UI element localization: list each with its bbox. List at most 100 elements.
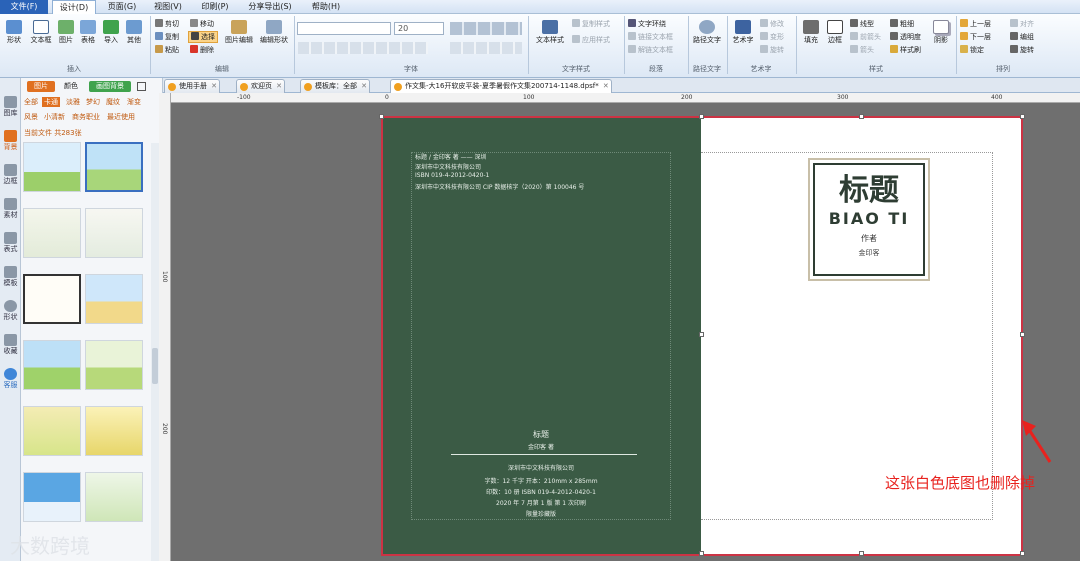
back-cover-spec[interactable]: 字数：12 千字 开本：210mm x 285mm <box>381 476 701 485</box>
menu-help[interactable]: 帮助(H) <box>304 0 348 14</box>
menu-design[interactable]: 设计(D) <box>52 0 96 14</box>
image-edit-button[interactable]: 图片编辑 <box>224 20 254 45</box>
font-family-select[interactable] <box>297 22 391 35</box>
bring-forward-button[interactable]: 上一层 <box>960 19 991 29</box>
style-brush-button[interactable]: 样式刷 <box>890 45 921 55</box>
tab-current-document[interactable]: 作文集-大16开软皮平装-夏季暑假作文集200714-1148.dpsf* ✕ <box>390 79 612 94</box>
text-style-button[interactable]: 文本样式 <box>533 20 567 45</box>
art-text-button[interactable]: 艺术字 <box>730 20 756 45</box>
background-thumbnail[interactable] <box>23 208 81 258</box>
resize-handle[interactable] <box>379 114 384 119</box>
spacing-buttons[interactable] <box>450 42 522 54</box>
copy-style-button[interactable]: 复制样式 <box>572 19 610 29</box>
category-dream[interactable]: 梦幻 <box>86 97 100 107</box>
close-icon[interactable]: ✕ <box>603 80 609 93</box>
category-business[interactable]: 商务职业 <box>72 112 100 122</box>
back-cover-line[interactable]: 深圳市中文科技有限公司 CIP 数据核字（2020）第 100046 号 <box>415 182 584 191</box>
close-icon[interactable]: ✕ <box>211 80 217 93</box>
art-modify-button[interactable]: 修改 <box>760 19 784 29</box>
menu-print[interactable]: 印刷(P) <box>192 0 238 14</box>
background-thumbnail[interactable] <box>85 472 143 522</box>
lock-button[interactable]: 锁定 <box>960 45 984 55</box>
back-cover-page[interactable]: 标题 / 金印客 著 —— 深圳 深圳市中文科技有限公司 ISBN 019-4-… <box>381 116 701 556</box>
category-fresh[interactable]: 小清新 <box>44 112 65 122</box>
back-cover-spec[interactable]: 限量珍藏版 <box>381 509 701 518</box>
cover-author-name[interactable]: 金印客 <box>815 248 923 258</box>
background-thumbnail[interactable] <box>85 340 143 390</box>
insert-image-button[interactable]: 图片 <box>56 20 76 45</box>
cut-button[interactable]: 剪切 <box>155 19 179 29</box>
rail-material[interactable]: 素材 <box>0 198 21 220</box>
front-arrow-button[interactable]: 前箭头 <box>850 32 881 42</box>
paste-button[interactable]: 粘贴 <box>155 45 179 55</box>
category-elegant[interactable]: 淡雅 <box>66 97 80 107</box>
select-button[interactable]: 选择 <box>188 31 218 43</box>
rail-favorites[interactable]: 收藏 <box>0 334 21 356</box>
rail-border[interactable]: 边框 <box>0 164 21 186</box>
tab-manual[interactable]: 使用手册 ✕ <box>164 79 220 93</box>
resize-handle[interactable] <box>1020 114 1025 119</box>
tab-template-library[interactable]: 模板库：全部 ✕ <box>300 79 370 93</box>
back-cover-spec[interactable]: 印数：10 册 ISBN 019-4-2012-0420-1 <box>381 487 701 496</box>
back-cover-line[interactable]: ISBN 019-4-2012-0420-1 <box>415 172 489 179</box>
insert-shape-button[interactable]: 形状 <box>4 20 24 45</box>
category-cartoon[interactable]: 卡通 <box>42 97 60 107</box>
panel-tab-color[interactable]: 颜色 <box>59 81 83 92</box>
delete-button[interactable]: 删除 <box>190 45 214 55</box>
menu-file[interactable]: 文件(F) <box>0 0 48 14</box>
panel-scrollbar[interactable] <box>151 143 159 561</box>
insert-other-button[interactable]: 其他 <box>124 20 144 45</box>
back-cover-line[interactable]: 标题 / 金印客 著 —— 深圳 <box>415 152 487 161</box>
background-thumbnail[interactable] <box>85 406 143 456</box>
font-style-buttons[interactable] <box>298 42 428 54</box>
transparency-button[interactable]: 透明度 <box>890 32 921 42</box>
category-recent[interactable]: 最近使用 <box>107 112 135 122</box>
panel-expand-icon[interactable] <box>137 82 146 91</box>
move-button[interactable]: 移动 <box>190 19 214 29</box>
text-wrap-button[interactable]: 文字环绕 <box>628 19 666 29</box>
back-cover-spec[interactable]: 2020 年 7 月第 1 版 第 1 次印刷 <box>381 498 701 507</box>
path-text-button[interactable]: 路径文字 <box>690 20 724 45</box>
tab-welcome[interactable]: 欢迎页 ✕ <box>236 79 285 93</box>
back-cover-author[interactable]: 金印客 著 <box>381 442 701 451</box>
rail-gallery[interactable]: 图库 <box>0 96 21 118</box>
align-button[interactable]: 对齐 <box>1010 19 1034 29</box>
close-icon[interactable]: ✕ <box>361 80 367 93</box>
panel-tab-image[interactable]: 图片 <box>27 81 55 92</box>
back-cover-title[interactable]: 标题 <box>381 429 701 440</box>
resize-handle[interactable] <box>699 332 704 337</box>
background-thumbnail[interactable] <box>23 274 81 324</box>
category-pattern[interactable]: 魔纹 <box>106 97 120 107</box>
background-thumbnail-selected[interactable] <box>85 142 143 192</box>
scrollbar-thumb[interactable] <box>152 348 158 384</box>
close-icon[interactable]: ✕ <box>276 80 282 93</box>
cover-title-box[interactable]: 标题 BIAO TI 作者 金印客 <box>808 158 930 281</box>
import-button[interactable]: 导入 <box>101 20 121 45</box>
copy-button[interactable]: 复制 <box>155 32 179 42</box>
group-button[interactable]: 编组 <box>1010 32 1034 42</box>
rail-shape[interactable]: 形状 <box>0 300 21 322</box>
back-cover-line[interactable]: 深圳市中文科技有限公司 <box>415 162 481 171</box>
clear-background-button[interactable]: 画图背景 <box>89 81 131 92</box>
font-size-select[interactable]: 20 <box>394 22 444 35</box>
insert-textbox-button[interactable]: 文本框 <box>28 20 54 45</box>
shape-edit-button[interactable]: 编辑形状 <box>258 20 290 45</box>
thickness-button[interactable]: 粗细 <box>890 19 914 29</box>
background-thumbnail[interactable] <box>85 208 143 258</box>
fill-button[interactable]: 填充 <box>800 20 822 45</box>
cover-author-label[interactable]: 作者 <box>815 233 923 244</box>
menu-share-export[interactable]: 分享导出(S) <box>244 0 296 14</box>
insert-table-button[interactable]: 表格 <box>78 20 98 45</box>
apply-style-button[interactable]: 应用样式 <box>572 35 610 45</box>
resize-handle[interactable] <box>859 551 864 556</box>
rail-support[interactable]: 客服 <box>0 368 21 390</box>
category-all[interactable]: 全部 <box>24 97 38 107</box>
resize-handle[interactable] <box>859 114 864 119</box>
link-frame-button[interactable]: 链接文本框 <box>628 32 673 42</box>
unlink-frame-button[interactable]: 解链文本框 <box>628 45 673 55</box>
back-cover-publisher[interactable]: 深圳市中文科技有限公司 <box>381 463 701 472</box>
category-scenery[interactable]: 风景 <box>24 112 38 122</box>
category-gradient[interactable]: 渐变 <box>127 97 141 107</box>
alignment-buttons[interactable] <box>450 22 522 35</box>
rail-table[interactable]: 表式 <box>0 232 21 254</box>
